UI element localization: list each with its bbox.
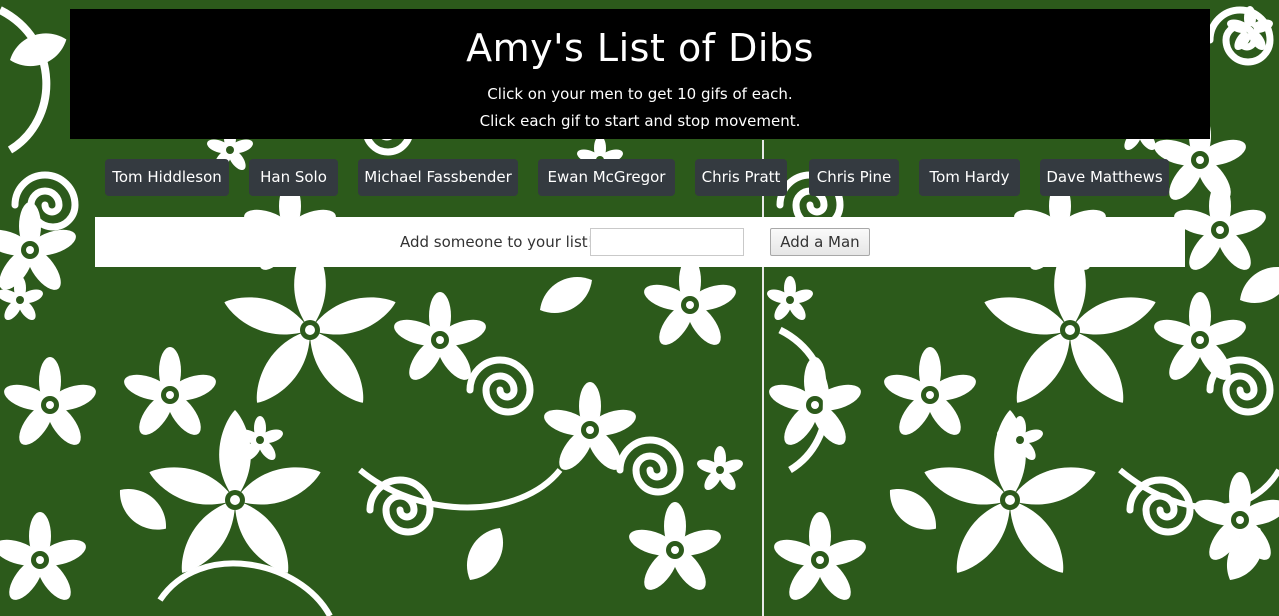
man-button-tom-hardy[interactable]: Tom Hardy — [919, 159, 1020, 196]
man-button-chris-pratt[interactable]: Chris Pratt — [695, 159, 787, 196]
man-button-han-solo[interactable]: Han Solo — [249, 159, 338, 196]
add-man-button[interactable]: Add a Man — [770, 228, 870, 256]
man-button-chris-pine[interactable]: Chris Pine — [809, 159, 899, 196]
instructions-line-1: Click on your men to get 10 gifs of each… — [487, 85, 793, 103]
man-button-tom-hiddleson[interactable]: Tom Hiddleson — [105, 159, 229, 196]
instructions-line-2: Click each gif to start and stop movemen… — [479, 112, 801, 130]
add-man-input[interactable] — [590, 228, 744, 256]
page-title: Amy's List of Dibs — [466, 26, 814, 70]
page-header: Amy's List of Dibs Click on your men to … — [70, 9, 1210, 139]
man-button-dave-matthews[interactable]: Dave Matthews — [1040, 159, 1169, 196]
man-button-michael-fassbender[interactable]: Michael Fassbender — [358, 159, 518, 196]
add-man-label: Add someone to your list! — [400, 233, 594, 251]
add-man-form: Add someone to your list! Add a Man — [95, 217, 1185, 267]
man-button-ewan-mcgregor[interactable]: Ewan McGregor — [538, 159, 675, 196]
